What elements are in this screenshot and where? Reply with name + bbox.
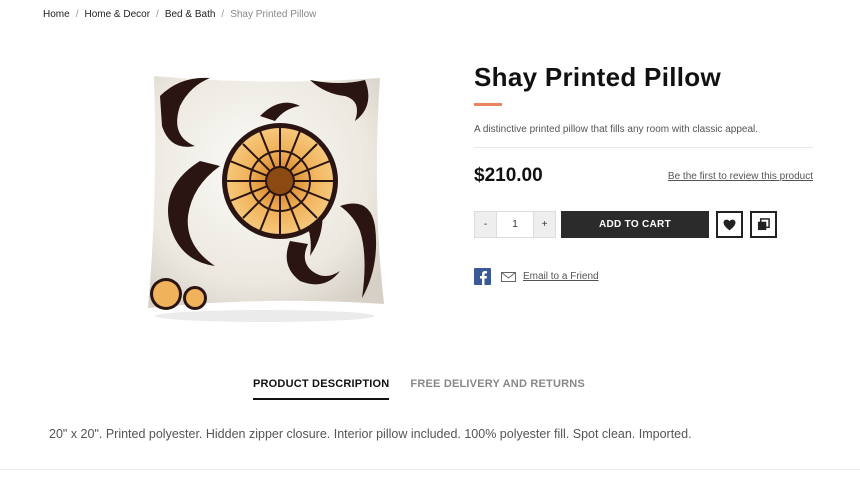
product-short-description: A distinctive printed pillow that fills … [474, 124, 759, 135]
divider [0, 469, 860, 470]
product-description-text: 20" x 20". Printed polyester. Hidden zip… [49, 427, 692, 441]
product-tabs: PRODUCT DESCRIPTION FREE DELIVERY AND RE… [253, 378, 585, 400]
breadcrumb-separator: / [156, 9, 159, 20]
quantity-increase-button[interactable]: + [534, 212, 555, 237]
tab-product-description[interactable]: PRODUCT DESCRIPTION [253, 378, 390, 400]
breadcrumb: Home / Home & Decor / Bed & Bath / Shay … [43, 9, 316, 20]
wishlist-button[interactable] [716, 211, 743, 238]
quantity-stepper: - 1 + [474, 211, 556, 238]
breadcrumb-home[interactable]: Home [43, 9, 70, 20]
compare-button[interactable] [750, 211, 777, 238]
pillow-image [148, 76, 384, 322]
product-image[interactable] [140, 66, 390, 326]
breadcrumb-bed-bath[interactable]: Bed & Bath [165, 9, 216, 20]
product-price: $210.00 [474, 165, 543, 186]
breadcrumb-separator: / [221, 9, 225, 20]
breadcrumb-current: Shay Printed Pillow [230, 9, 317, 20]
quantity-input[interactable]: 1 [496, 212, 534, 237]
compare-icon [757, 218, 770, 231]
share-bar: Email to a Friend [474, 268, 599, 285]
product-title: Shay Printed Pillow [474, 62, 721, 92]
facebook-icon[interactable] [474, 268, 491, 285]
review-link[interactable]: Be the first to review this product [668, 171, 813, 182]
quantity-decrease-button[interactable]: - [475, 212, 496, 237]
divider [474, 147, 813, 148]
breadcrumb-home-decor[interactable]: Home & Decor [84, 9, 150, 20]
tab-free-delivery[interactable]: FREE DELIVERY AND RETURNS [410, 378, 585, 400]
mail-icon [501, 271, 516, 282]
add-to-cart-button[interactable]: ADD TO CART [561, 211, 709, 238]
title-accent-bar [474, 103, 502, 106]
email-friend-link[interactable]: Email to a Friend [523, 271, 599, 282]
heart-icon [723, 219, 736, 230]
breadcrumb-separator: / [75, 9, 79, 20]
